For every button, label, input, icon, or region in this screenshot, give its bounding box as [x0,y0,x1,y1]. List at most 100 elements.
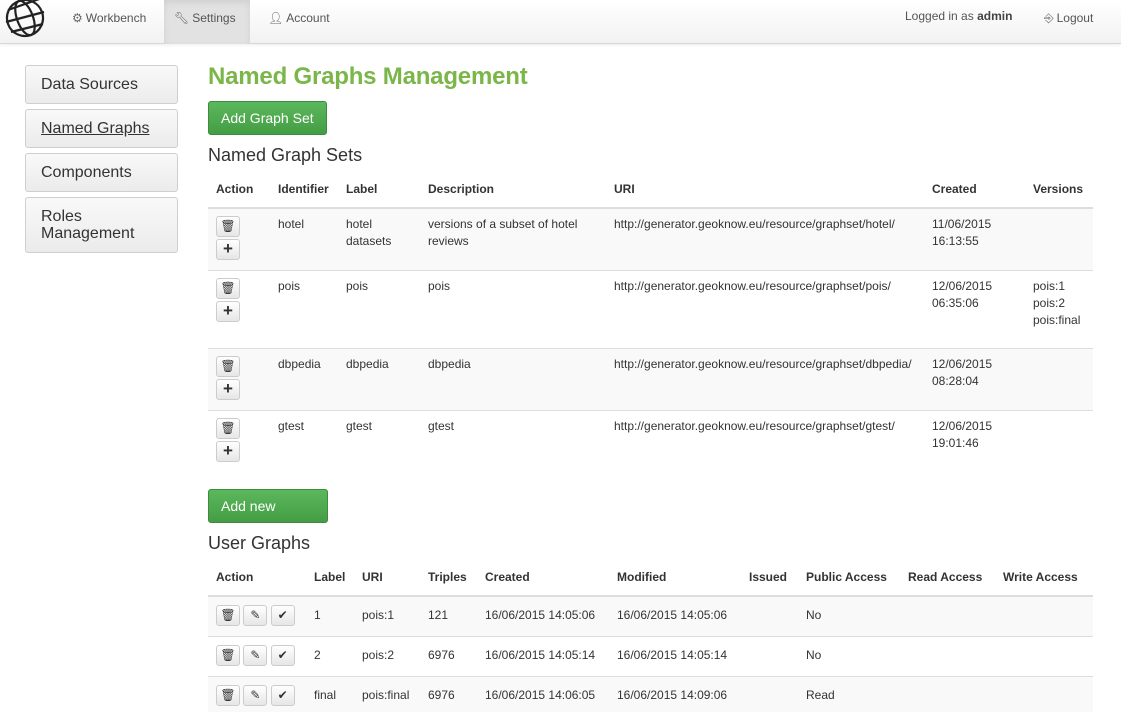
sidebar-item-label: Named Graphs [41,120,150,137]
action-cell: 🗑︎ + [208,411,270,473]
sidebar-item-label: Components [41,164,132,181]
label-cell: 1 [314,608,321,622]
delete-button[interactable]: 🗑︎ [216,356,240,377]
publish-button[interactable]: ✔ [270,605,295,626]
graph-sets-heading: Named Graph Sets [208,145,363,165]
add-version-button[interactable]: + [216,301,240,322]
label-cell: hotel datasets [346,217,392,248]
public-access-cell: No [806,608,822,622]
table-row: 🗑︎ + gtest gtest gtest http://generator.… [208,410,1093,473]
nav-settings[interactable]: 🔧︎ Settings [164,0,250,44]
table-row: 🗑︎ + hotel hotel datasets versions of a … [208,208,1093,271]
delete-button[interactable]: 🗑︎ [216,605,240,626]
username: admin [977,9,1013,23]
column-header: Triples [428,570,467,584]
column-header: Modified [617,570,667,584]
user-graphs-table: Action Label URI Triples Created Modifie… [208,559,1093,712]
sidebar-item-named-graphs[interactable]: Named Graphs [25,109,178,148]
action-cell: 🗑︎ ✎ ✔ [208,637,306,677]
gear-icon: ⚙ [72,11,83,25]
globe-logo-icon[interactable] [2,0,50,44]
description-cell: gtest [428,419,455,433]
wrench-icon: 🔧︎ [174,11,190,25]
check-icon: ✔ [277,608,288,622]
action-cell: 🗑︎ + [208,208,270,271]
user-graphs-heading: User Graphs [208,533,311,553]
plus-icon: + [223,239,233,258]
delete-button[interactable]: 🗑︎ [216,685,240,706]
created-cell: 16/06/2015 14:06:05 [485,688,596,702]
add-version-button[interactable]: + [216,379,240,400]
table-row: 🗑︎ + pois pois pois http://generator.geo… [208,270,1093,349]
edit-button[interactable]: ✎ [243,645,268,666]
write-access-cell [995,677,1093,712]
uri-cell: http://generator.geoknow.eu/resource/gra… [614,357,912,371]
versions-cell [1025,349,1093,411]
table-row: 🗑︎ ✎ ✔ final pois:final 6976 16/06/2015 … [208,676,1093,712]
created-cell: 11/06/2015 16:13:55 [932,217,992,248]
triples-cell: 6976 [428,648,455,662]
plus-icon: + [223,379,233,398]
column-header: Identifier [278,182,329,196]
uri-cell: http://generator.geoknow.eu/resource/gra… [614,419,895,433]
column-header: Public Access [806,570,887,584]
delete-button[interactable]: 🗑︎ [216,278,240,299]
publish-button[interactable]: ✔ [270,645,295,666]
user-icon: 👤︎ [268,11,284,25]
logout-icon: ⎆ [1044,11,1054,25]
created-cell: 12/06/2015 06:35:06 [932,279,993,310]
edit-button[interactable]: ✎ [243,605,268,626]
label-cell: 2 [314,648,321,662]
identifier-cell: dbpedia [278,357,321,371]
sidebar-item-label: Roles Management [41,208,135,242]
triples-cell: 121 [428,608,449,622]
column-header: Action [216,570,254,584]
add-version-button[interactable]: + [216,239,240,260]
uri-cell: pois:1 [362,608,395,622]
plus-icon: + [223,301,233,320]
sidebar-item-roles-management[interactable]: Roles Management [25,197,178,253]
column-header: Description [428,182,495,196]
modified-cell: 16/06/2015 14:09:06 [617,688,728,702]
uri-cell: http://generator.geoknow.eu/resource/gra… [614,279,891,293]
trash-icon: 🗑︎ [220,688,236,702]
delete-button[interactable]: 🗑︎ [216,216,240,237]
label-cell: final [314,688,337,702]
read-access-cell [900,596,995,637]
top-navbar: ⚙ Workbench 🔧︎ Settings 👤︎ Account Logged i… [0,0,1121,44]
trash-icon: 🗑︎ [220,359,236,373]
table-header-row: Action Label URI Triples Created Modifie… [208,559,1093,596]
edit-icon: ✎ [250,608,261,622]
plus-icon: + [223,441,233,460]
publish-button[interactable]: ✔ [270,685,295,706]
page-title: Named Graphs Management [208,63,528,90]
trash-icon: 🗑︎ [220,219,236,233]
nav-account-label: Account [286,11,330,25]
add-version-button[interactable]: + [216,441,240,462]
uri-cell: pois:final [362,688,410,702]
nav-workbench[interactable]: ⚙ Workbench [62,0,162,44]
sidebar-item-data-sources[interactable]: Data Sources [25,65,178,104]
nav-account[interactable]: 👤︎ Account [258,0,342,44]
trash-icon: 🗑︎ [220,281,236,295]
nav-workbench-label: Workbench [85,11,147,25]
description-cell: pois [428,279,451,293]
add-new-graph-button[interactable]: Add new graph [208,489,328,546]
delete-button[interactable]: 🗑︎ [216,645,240,666]
label-cell: pois [346,279,369,293]
action-cell: 🗑︎ + [208,349,270,411]
action-cell: 🗑︎ ✎ ✔ [208,596,306,637]
read-access-cell [900,637,995,677]
logout-link[interactable]: ⎆ Logout [1034,0,1104,44]
graph-sets-table: Action Identifier Label Description URI … [208,171,1093,472]
check-icon: ✔ [277,688,288,702]
edit-icon: ✎ [250,648,261,662]
issued-cell [741,596,798,637]
edit-button[interactable]: ✎ [243,685,268,706]
table-row: 🗑︎ ✎ ✔ 2 pois:2 6976 16/06/2015 14:05:14… [208,636,1093,677]
sidebar-item-components[interactable]: Components [25,153,178,192]
description-cell: dbpedia [428,357,471,371]
delete-button[interactable]: 🗑︎ [216,418,240,439]
add-graph-set-button[interactable]: Add Graph Set [208,101,327,135]
column-header: Label [346,182,378,196]
